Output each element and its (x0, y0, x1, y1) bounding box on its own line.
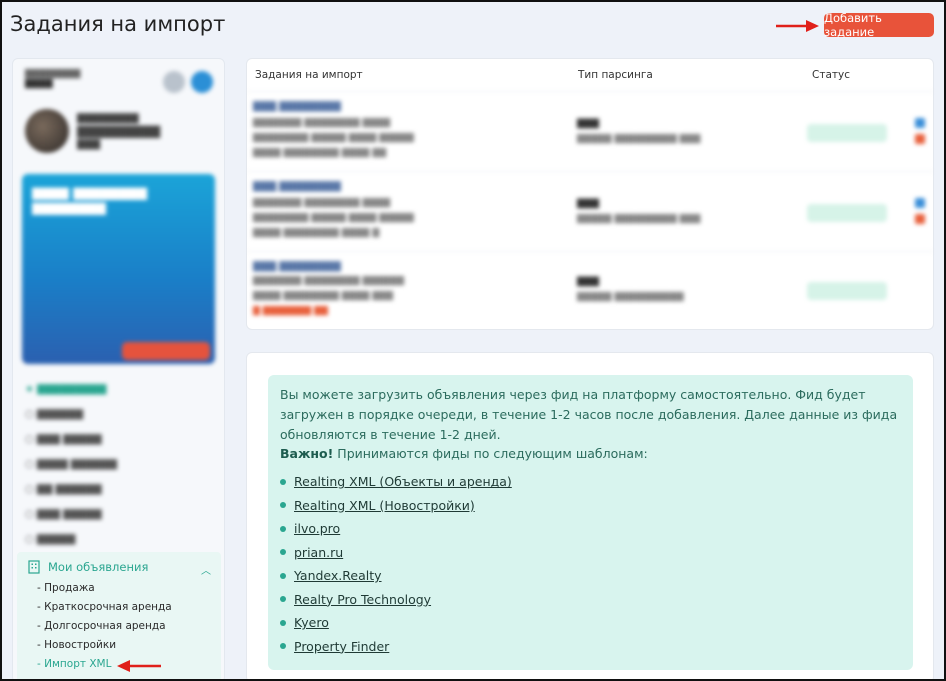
column-header-parse-type: Тип парсинга (578, 69, 653, 81)
list-item: Property Finder (280, 635, 512, 659)
template-link[interactable]: Yandex.Realty (294, 568, 382, 583)
template-link[interactable]: Realty Pro Technology (294, 592, 431, 607)
import-tasks-table: Задания на импорт Тип парсинга Статус ▇▇… (246, 58, 934, 330)
sidebar-item-new-buildings[interactable]: - Новостройки (37, 639, 116, 651)
sidebar-item-short-rent[interactable]: - Краткосрочная аренда (37, 601, 172, 613)
feed-info-box: Вы можете загрузить объявления через фид… (268, 375, 913, 670)
important-note: Важно! Принимаются фиды по следующим шаб… (280, 444, 900, 464)
sidebar-item-sale[interactable]: - Продажа (37, 582, 95, 594)
column-header-task: Задания на импорт (255, 69, 363, 81)
template-link[interactable]: Kyero (294, 615, 329, 630)
table-row[interactable]: ▇▇▇ ▇▇▇▇▇▇▇▇ ▇▇▇▇▇▇▇ ▇▇▇▇▇▇▇▇ ▇▇▇▇ ▇▇▇▇▇… (247, 171, 934, 251)
list-item: Realting XML (Новостройки) (280, 494, 512, 518)
sidebar-item-long-rent[interactable]: - Долгосрочная аренда (37, 620, 166, 632)
list-item: Kyero (280, 611, 512, 635)
my-listings-section: Мои объявления ︿ - Продажа - Краткосрочн… (17, 552, 221, 679)
list-item: Yandex.Realty (280, 564, 512, 588)
annotation-arrow-add (776, 20, 819, 32)
table-row[interactable]: ▇▇▇ ▇▇▇▇▇▇▇▇ ▇▇▇▇▇▇▇ ▇▇▇▇▇▇▇▇ ▇▇▇▇ ▇▇▇▇▇… (247, 91, 934, 171)
app-window: Задания на импорт Добавить задание ▇▇▇▇▇… (0, 0, 946, 681)
template-link[interactable]: Realting XML (Новостройки) (294, 498, 475, 513)
list-item: prian.ru (280, 541, 512, 565)
sidebar-links-blurred: ★ ▇▇▇▇▇▇▇▇▇ ○ ▇▇▇▇▇▇ ○ ▇▇▇ ▇▇▇▇▇ ○ ▇▇▇▇ … (25, 384, 117, 545)
templates-list: Realting XML (Объекты и аренда) Realting… (280, 470, 512, 658)
add-task-button[interactable]: Добавить задание (824, 11, 934, 39)
list-item: Realting XML (Объекты и аренда) (280, 470, 512, 494)
sidebar-item-import-xml[interactable]: - Импорт XML (37, 658, 111, 670)
list-item: Realty Pro Technology (280, 588, 512, 612)
template-link[interactable]: Property Finder (294, 639, 389, 654)
chevron-up-icon[interactable]: ︿ (201, 562, 211, 577)
important-label: Важно! (280, 446, 334, 461)
sidebar: ▇▇▇▇▇▇▇▇ ▇▇▇▇ ▇▇▇▇▇▇▇▇ ▇▇▇▇▇▇▇▇▇ ▇▇▇ ▇▇▇▇ ▇… (12, 58, 225, 679)
page-title: Задания на импорт (10, 12, 226, 36)
annotation-arrow-import (117, 660, 161, 672)
table-row[interactable]: ▇▇▇ ▇▇▇▇▇▇▇▇ ▇▇▇▇▇▇▇ ▇▇▇▇▇▇▇▇ ▇▇▇▇▇▇ ▇▇▇… (247, 251, 934, 331)
column-header-status: Статус (812, 69, 850, 81)
template-link[interactable]: Realting XML (Объекты и аренда) (294, 474, 512, 489)
building-icon (28, 560, 40, 574)
template-link[interactable]: prian.ru (294, 545, 343, 560)
important-text: Принимаются фиды по следующим шаблонам: (333, 446, 648, 461)
my-listings-toggle[interactable]: Мои объявления (27, 560, 148, 574)
template-link[interactable]: ilvo.pro (294, 521, 340, 536)
my-listings-label: Мои объявления (48, 560, 149, 574)
promo-banner[interactable]: ▇▇▇▇ ▇▇▇▇▇▇▇▇ ▇▇▇▇▇▇▇▇ (22, 174, 215, 364)
info-paragraph: Вы можете загрузить объявления через фид… (280, 387, 898, 442)
list-item: ilvo.pro (280, 517, 512, 541)
